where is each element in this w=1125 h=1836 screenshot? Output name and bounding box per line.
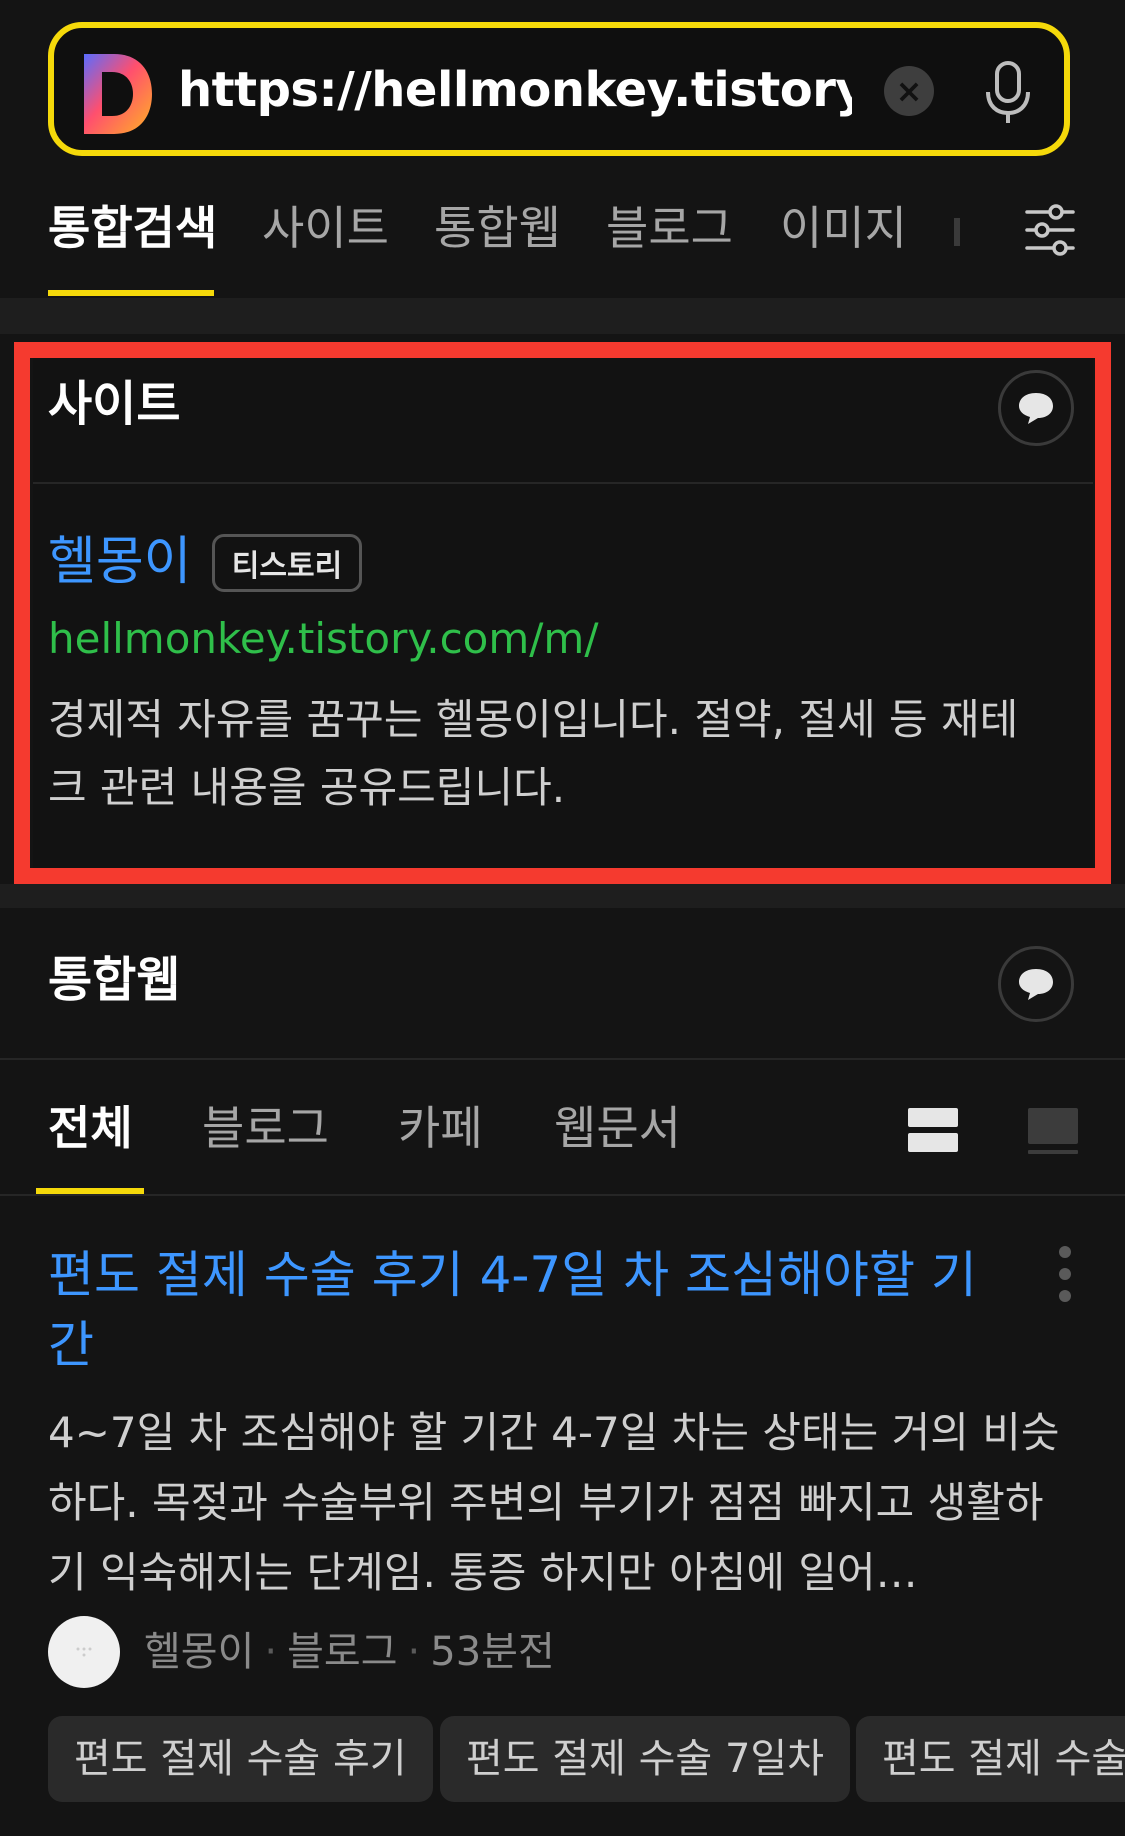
result-author[interactable]: 헬몽이 — [144, 1629, 254, 1675]
section-separator — [0, 1058, 1125, 1060]
kebab-menu-icon[interactable] — [1050, 1246, 1080, 1302]
result-time: 53분전 — [430, 1629, 555, 1675]
tab-site[interactable]: 사이트 — [262, 196, 389, 260]
tab-all[interactable]: 통합검색 — [48, 196, 217, 260]
subtab-separator — [0, 1194, 1125, 1196]
tab-active-indicator — [48, 290, 214, 296]
mic-icon[interactable] — [982, 60, 1034, 126]
subtab-all[interactable]: 전체 — [48, 1096, 133, 1160]
related-chip[interactable]: 편도 절제 수술 7일차 — [440, 1716, 850, 1802]
filter-icon[interactable] — [1024, 202, 1076, 258]
d-logo-icon — [84, 54, 152, 134]
subtab-cafe[interactable]: 카페 — [398, 1096, 483, 1160]
web-result-title[interactable]: 편도 절제 수술 후기 4-7일 차 조심해야할 기간 — [48, 1240, 1008, 1380]
speech-bubble-icon[interactable] — [998, 946, 1074, 1022]
subtab-blog[interactable]: 블로그 — [202, 1096, 329, 1160]
tab-image[interactable]: 이미지 — [780, 196, 907, 260]
tab-overflow-fade — [954, 218, 960, 246]
section-divider — [0, 884, 1125, 908]
avatar — [48, 1616, 120, 1688]
tab-blog[interactable]: 블로그 — [606, 196, 733, 260]
highlight-box — [14, 342, 1111, 884]
related-chip[interactable]: 편도 절제 수술 — [856, 1716, 1125, 1802]
card-view-icon[interactable] — [1028, 1108, 1078, 1156]
subtab-webdoc[interactable]: 웹문서 — [554, 1096, 681, 1160]
section-divider — [0, 298, 1125, 334]
tab-web[interactable]: 통합웹 — [434, 196, 561, 260]
search-input[interactable]: https://hellmonkey.tistory.com/m/ — [178, 58, 852, 122]
result-source: 블로그 — [287, 1629, 398, 1675]
result-meta: 헬몽이 · 블로그 · 53분전 — [144, 1629, 555, 1675]
related-chip[interactable]: 편도 절제 수술 후기 — [48, 1716, 433, 1802]
web-result-snippet: 4~7일 차 조심해야 할 기간 4-7일 차는 상태는 거의 비슷하다. 목젖… — [48, 1408, 1060, 1597]
list-view-icon[interactable] — [908, 1106, 958, 1154]
web-section-title: 통합웹 — [48, 952, 181, 1008]
clear-icon[interactable]: × — [884, 66, 934, 116]
